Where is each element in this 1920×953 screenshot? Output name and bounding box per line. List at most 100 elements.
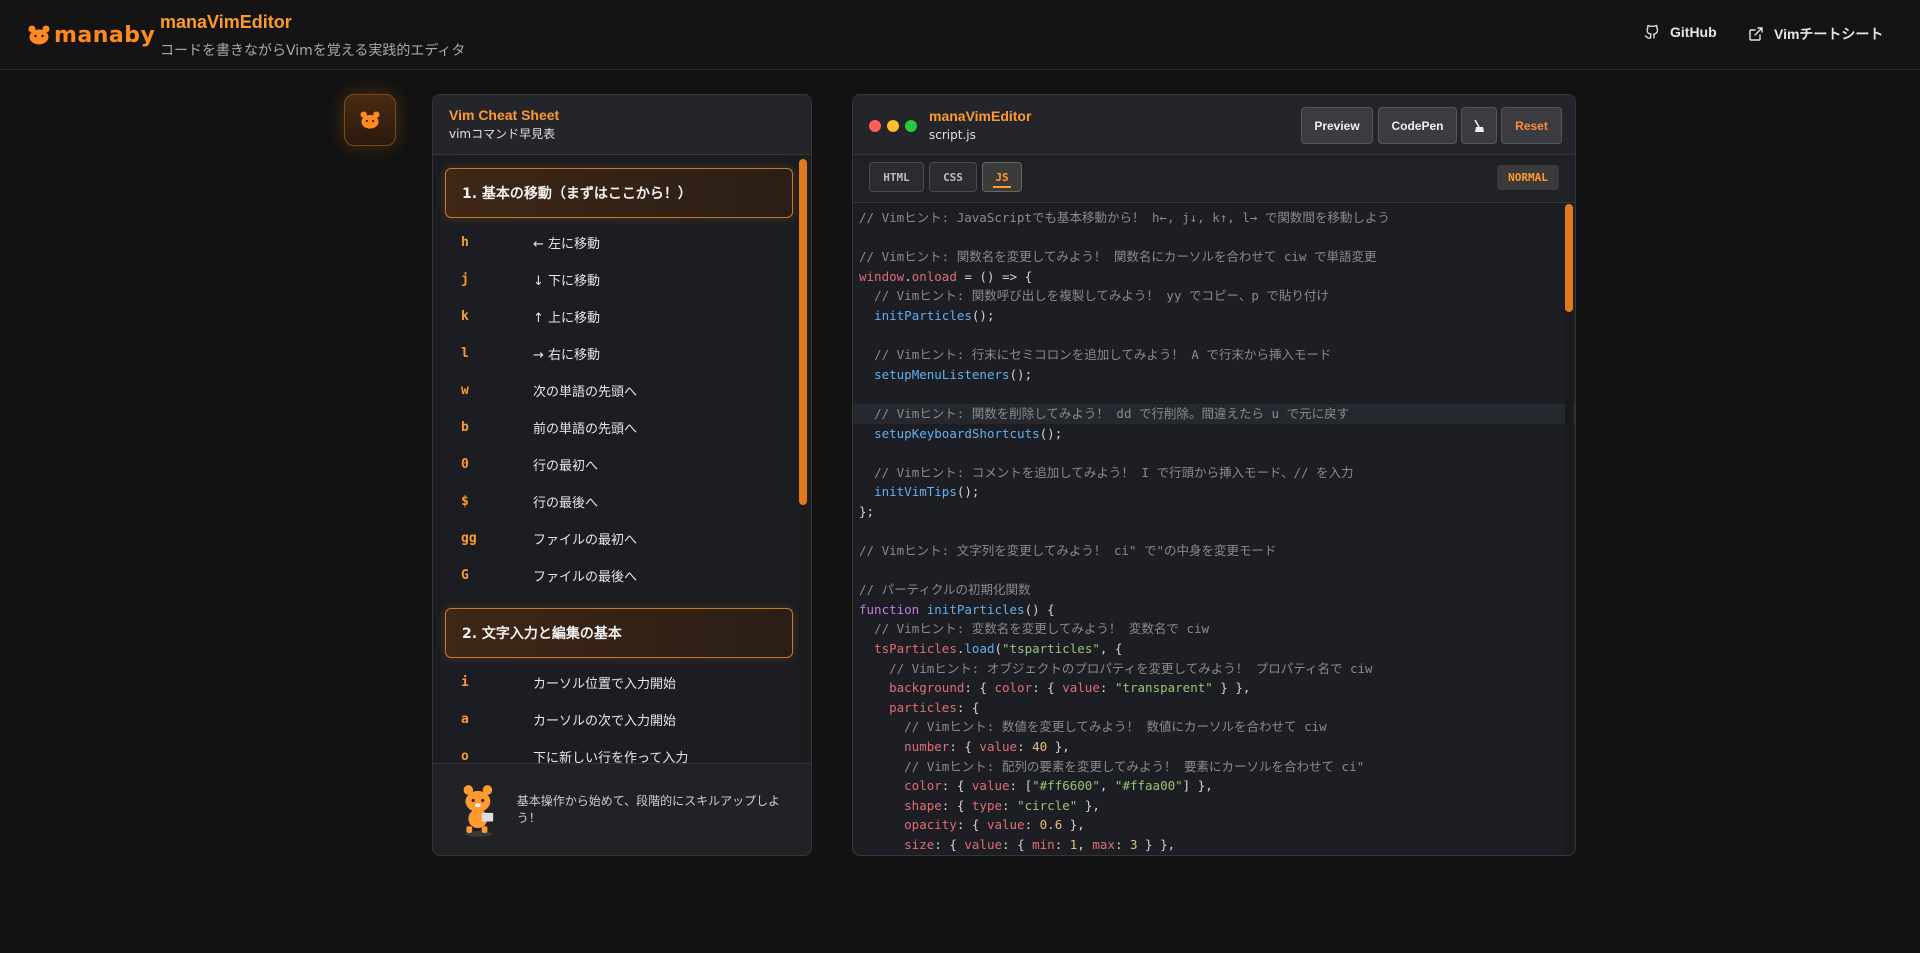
github-link[interactable]: GitHub — [1644, 24, 1717, 40]
command-row: a カーソルの次で入力開始 — [445, 701, 793, 738]
cheat-sheet-footer: 基本操作から始めて、段階的にスキルアップしよう！ — [433, 763, 811, 855]
editor-tabs: HTML CSS JS NORMAL — [853, 155, 1575, 203]
code-line: initParticles(); — [874, 307, 995, 323]
preview-button[interactable]: Preview — [1301, 107, 1373, 144]
cheat-sheet-list[interactable]: 1. 基本の移動（まずはここから！） h ← 左に移動 j ↓ 下に移動 k ↑ 上に… — [433, 156, 811, 764]
command-desc: 前の単語の先頭へ — [533, 422, 638, 437]
vim-mode-indicator: NORMAL — [1497, 165, 1559, 190]
command-key: j — [461, 272, 469, 287]
command-desc: ↓ 下に移動 — [533, 274, 601, 289]
code-line: size: { value: { min: 1, max: 3 } }, — [904, 837, 1176, 852]
cheat-sheet-footer-text: 基本操作から始めて、段階的にスキルアップしよう！ — [516, 793, 781, 825]
code-line: // Vimヒント: JavaScriptでも基本移動から！ h←, j↓, k… — [859, 210, 1390, 225]
tab-css[interactable]: CSS — [929, 162, 977, 192]
vim-cheatsheet-link[interactable]: Vimチートシート — [1748, 24, 1883, 44]
code-line: setupKeyboardShortcuts(); — [874, 425, 1063, 441]
code-line: setupMenuListeners(); — [874, 366, 1033, 382]
command-key: o — [461, 749, 469, 764]
code-line: // Vimヒント: 関数呼び出しを複製してみよう！ yy でコピー、p で貼り… — [874, 288, 1329, 304]
clear-button[interactable] — [1461, 107, 1497, 144]
tab-html[interactable]: HTML — [869, 162, 924, 192]
command-key: a — [461, 712, 469, 727]
editor-scrollbar[interactable] — [1565, 204, 1573, 855]
code-line: // Vimヒント: 行末にセミコロンを追加してみよう！ A で行末から挿入モー… — [874, 347, 1332, 363]
editor-header: manaVimEditor script.js Preview CodePen … — [853, 95, 1575, 155]
command-desc: 行の最後へ — [533, 496, 599, 511]
codepen-button[interactable]: CodePen — [1378, 107, 1457, 144]
editor-title: manaVimEditor — [929, 108, 1032, 124]
command-desc: ファイルの最初へ — [533, 533, 638, 548]
code-line: background: { color: { value: "transpare… — [889, 680, 1251, 696]
cheat-sheet-scrollbar[interactable] — [799, 157, 807, 763]
command-key: 0 — [461, 457, 469, 472]
command-row: i カーソル位置で入力開始 — [445, 664, 793, 701]
window-close-dot — [869, 120, 881, 132]
code-line: // Vimヒント: コメントを追加してみよう！ I で行頭から挿入モード、//… — [874, 464, 1354, 480]
github-icon — [1644, 24, 1659, 39]
code-line: opacity: { value: 0.6 }, — [904, 817, 1085, 833]
broom-icon — [1474, 119, 1484, 132]
code-line: shape: { type: "circle" }, — [904, 797, 1100, 813]
command-key: i — [461, 675, 469, 690]
code-line-current: // Vimヒント: 関数を削除してみよう！ dd で行削除。間違えたら u で… — [853, 403, 1575, 424]
command-row: gg ファイルの最初へ — [445, 520, 793, 557]
command-row: G ファイルの最後へ — [445, 557, 793, 594]
app-title: manaVimEditor — [160, 12, 292, 32]
command-desc: ファイルの最後へ — [533, 570, 638, 585]
command-key: $ — [461, 494, 469, 509]
code-line: }; — [859, 503, 875, 519]
command-row: $ 行の最後へ — [445, 483, 793, 520]
editor-scroll-thumb[interactable] — [1565, 204, 1573, 312]
section-header-editing-basics[interactable]: 2. 文字入力と編集の基本 — [445, 608, 793, 658]
code-editor-panel: manaVimEditor script.js Preview CodePen … — [852, 94, 1576, 856]
app-header: manaby manaVimEditor コードを書きながらVimを覚える実践的… — [0, 0, 1920, 70]
command-desc: カーソルの次で入力開始 — [533, 714, 677, 729]
code-line: particles: { — [889, 699, 980, 715]
section-header-basic-movement[interactable]: 1. 基本の移動（まずはここから！） — [445, 168, 793, 218]
command-row: o 下に新しい行を作って入力 — [445, 738, 793, 764]
manaby-logo[interactable]: manaby — [28, 20, 155, 50]
command-desc: 下に新しい行を作って入力 — [533, 751, 689, 764]
command-row: w 次の単語の先頭へ — [445, 372, 793, 409]
code-line: // Vimヒント: 変数名を変更してみよう！ 変数名で ciw — [874, 621, 1210, 637]
code-line: // Vimヒント: 配列の要素を変更してみよう！ 要素にカーソルを合わせて c… — [904, 758, 1365, 774]
cheat-sheet-subtitle: vimコマンド早見表 — [449, 127, 556, 141]
code-line: function initParticles() { — [859, 601, 1055, 617]
bear-logo-icon — [28, 25, 50, 45]
code-line: // Vimヒント: 数値を変更してみよう！ 数値にカーソルを合わせて ciw — [904, 719, 1327, 735]
editor-filename: script.js — [929, 128, 976, 142]
cheat-sheet-title: Vim Cheat Sheet — [449, 107, 560, 123]
command-desc: 次の単語の先頭へ — [533, 385, 638, 400]
reset-button[interactable]: Reset — [1501, 107, 1562, 144]
code-line: tsParticles.load("tsparticles", { — [874, 641, 1123, 657]
command-row: k ↑ 上に移動 — [445, 298, 793, 335]
command-desc: ↑ 上に移動 — [533, 311, 601, 326]
code-line: color: { value: ["#ff6600", "#ffaa00"] }… — [904, 778, 1213, 794]
command-desc: カーソル位置で入力開始 — [533, 677, 677, 692]
window-minimize-dot — [887, 120, 899, 132]
command-desc: 行の最初へ — [533, 459, 599, 474]
command-row: 0 行の最初へ — [445, 446, 793, 483]
command-desc: ← 左に移動 — [533, 237, 601, 252]
window-maximize-dot — [905, 120, 917, 132]
code-line: // パーティクルの初期化関数 — [859, 582, 1031, 598]
code-line: window.onload = () => { — [859, 268, 1033, 284]
code-line: number: { value: 40 }, — [904, 739, 1070, 755]
code-line: // Vimヒント: 文字列を変更してみよう！ ci" で"の中身を変更モード — [859, 543, 1277, 559]
cheat-sheet-header: Vim Cheat Sheet vimコマンド早見表 — [433, 95, 811, 155]
cheat-sheet-scroll-thumb[interactable] — [799, 159, 807, 505]
command-key: gg — [461, 531, 477, 546]
toggle-cheatsheet-button[interactable] — [344, 94, 396, 146]
tab-js[interactable]: JS — [982, 162, 1022, 192]
code-line: // Vimヒント: オブジェクトのプロパティを変更してみよう！ プロパティ名で… — [889, 660, 1373, 676]
command-desc: → 右に移動 — [533, 348, 601, 363]
code-area[interactable]: // Vimヒント: JavaScriptでも基本移動から！ h←, j↓, k… — [853, 204, 1575, 855]
command-key: b — [461, 420, 469, 435]
command-key: w — [461, 383, 469, 398]
